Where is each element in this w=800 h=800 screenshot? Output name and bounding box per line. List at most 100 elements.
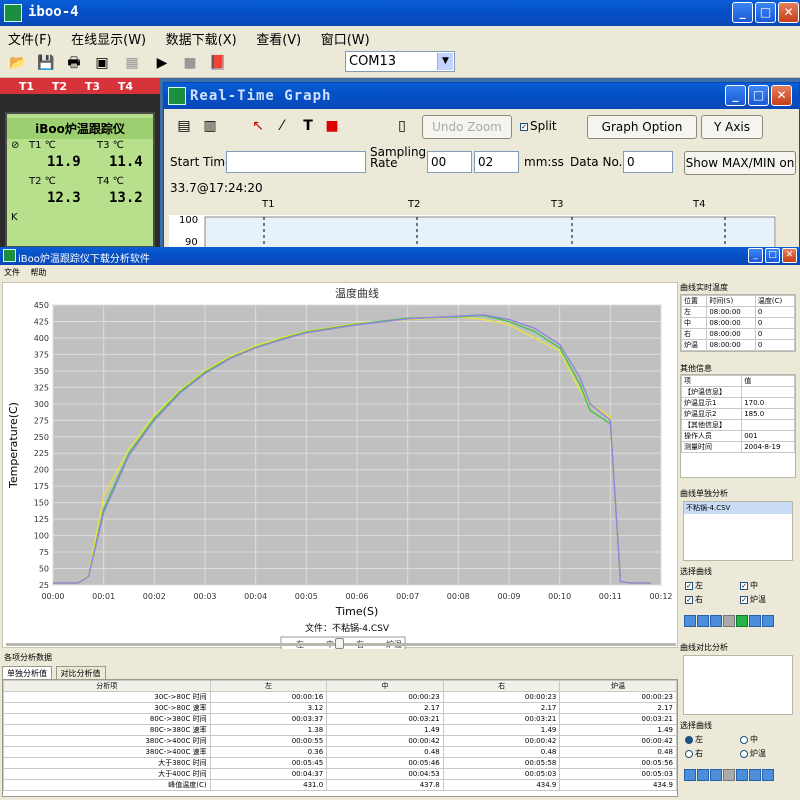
show-maxmin-button[interactable]: Show MAX/MIN on <box>684 151 796 175</box>
text-icon[interactable]: T <box>298 116 318 136</box>
rt-maximize-button[interactable]: □ <box>748 85 769 106</box>
single-analysis-list[interactable]: 不粘锅-4.CSV <box>683 501 793 561</box>
table-cell: 1.49 <box>326 724 444 736</box>
y-tick-label: 175 <box>34 482 49 491</box>
curve-check-oven[interactable]: ✓ 炉温 <box>740 594 800 605</box>
table-row: 80C->380C 时间 00:03:37 00:03:21 00:03:21 00:0… <box>3 713 677 725</box>
device-tab-t4: T4 <box>117 80 134 93</box>
realtime-title: Real-Time Graph <box>190 88 332 104</box>
realtime-plot[interactable]: 100 90 <box>169 215 776 252</box>
time-slider-handle[interactable] <box>335 638 344 649</box>
temperature-chart[interactable]: 25 50 75 100 125 150 175 200 225 250 275 300 325 350 3… <box>3 283 679 652</box>
print-icon[interactable] <box>736 769 748 781</box>
table-cell: 00:03:21 <box>442 713 561 725</box>
rate-minutes-select[interactable]: 00 <box>427 151 472 173</box>
device-tabs: T1 T2 T3 T4 <box>10 80 150 93</box>
rt-minimize-button[interactable]: _ <box>725 85 746 106</box>
device-icon[interactable]: ▣ <box>92 53 112 73</box>
settings-icon[interactable] <box>723 769 735 781</box>
table-cell: 1.49 <box>559 724 677 736</box>
realtime-cell: 0 <box>754 306 796 318</box>
refresh-icon[interactable] <box>762 615 774 627</box>
radio-selected-icon <box>685 735 693 744</box>
aw-close-button[interactable]: ✕ <box>782 248 797 263</box>
com-port-select[interactable]: COM13 ▼ <box>345 51 455 72</box>
info-row: 测量时间 2004-8-19 <box>680 441 795 453</box>
export-icon[interactable] <box>710 769 722 781</box>
channels-icon[interactable]: ▥ <box>200 116 220 136</box>
refresh-icon[interactable] <box>762 769 774 781</box>
radio-mid[interactable]: 中 <box>740 734 800 745</box>
y-axis-button[interactable]: Y Axis <box>701 115 763 139</box>
split-checkbox[interactable]: ✓ Split <box>520 119 557 133</box>
new-page-icon[interactable]: ▯ <box>392 116 412 136</box>
compare-analysis-list[interactable] <box>683 655 793 715</box>
chevron-down-icon[interactable]: ▼ <box>437 53 453 70</box>
print-icon[interactable]: 🖶 <box>64 53 84 73</box>
tab-single-analysis[interactable]: 单独分析值 <box>2 666 52 680</box>
grid-icon[interactable]: ▦ <box>122 53 142 73</box>
table-row: 380C->400C 时间 00:00:55 00:00:42 00:00:42 00:… <box>3 735 677 747</box>
y-tick-label: 425 <box>34 317 49 326</box>
table-cell: 380C->400C 时间 <box>3 735 211 747</box>
book-icon[interactable]: 📕 <box>208 53 228 73</box>
realtime-row: 炉温 08:00:00 0 <box>680 339 796 351</box>
tab-compare-analysis[interactable]: 对比分析值 <box>55 666 106 680</box>
settings-icon[interactable] <box>723 615 735 627</box>
table-cell: 00:00:55 <box>209 735 328 747</box>
single-file-item[interactable]: 不粘锅-4.CSV <box>684 502 792 514</box>
radio-oven[interactable]: 炉温 <box>740 748 800 759</box>
table-cell: 00:05:46 <box>326 757 444 769</box>
data-no-label: Data No. <box>570 155 623 169</box>
data-no-input[interactable]: 0 <box>623 151 673 173</box>
com-port-value: COM13 <box>349 54 397 69</box>
aw-minimize-button[interactable]: _ <box>748 248 763 263</box>
y-tick-label: 75 <box>39 548 49 557</box>
app-icon <box>4 4 22 22</box>
analysis-menubar: 文件 帮助 <box>0 265 800 280</box>
export-icon[interactable] <box>710 615 722 627</box>
start-time-input[interactable] <box>226 151 366 173</box>
aw-menu-help[interactable]: 帮助 <box>27 265 51 280</box>
y-tick-label: 300 <box>34 400 49 409</box>
table-cell: 2.17 <box>326 702 444 714</box>
play-icon[interactable]: ▶ <box>152 53 172 73</box>
color-icon[interactable]: ■ <box>322 116 342 136</box>
add-icon[interactable] <box>684 615 696 627</box>
reading-t2-label: T2 ℃ <box>29 176 56 187</box>
remove-icon[interactable] <box>697 769 709 781</box>
sampling-rate-label: Sampling Rate <box>370 145 427 170</box>
copy-icon[interactable] <box>749 615 761 627</box>
table-cell: 00:04:53 <box>326 768 444 780</box>
open-folder-icon[interactable]: 📂 <box>8 53 28 73</box>
copy-icon[interactable] <box>749 769 761 781</box>
table-cell: 80C->380C 时间 <box>3 713 211 725</box>
save-icon[interactable]: 💾 <box>36 53 56 73</box>
rt-close-button[interactable]: ✕ <box>771 85 792 106</box>
aw-maximize-button[interactable]: □ <box>765 248 780 263</box>
close-button[interactable]: ✕ <box>778 2 799 23</box>
graph-option-button[interactable]: Graph Option <box>587 115 697 139</box>
add-icon[interactable] <box>684 769 696 781</box>
remove-icon[interactable] <box>697 615 709 627</box>
undo-zoom-button[interactable]: Undo Zoom <box>422 115 512 139</box>
stop-icon[interactable]: ■ <box>180 53 200 73</box>
aw-menu-file[interactable]: 文件 <box>0 265 24 280</box>
realtime-cell: 0 <box>754 339 796 351</box>
realtime-plot-area <box>204 216 776 252</box>
x-tick-label: 00:04 <box>244 592 267 601</box>
x-tick-label: 00:06 <box>345 592 368 601</box>
curve-check-mid[interactable]: ✓ 中 <box>740 580 800 591</box>
pointer-icon[interactable]: ↖ <box>248 116 268 136</box>
maximize-button[interactable]: □ <box>755 2 776 23</box>
k-label: K <box>11 212 18 223</box>
minimize-button[interactable]: _ <box>732 2 753 23</box>
y-tick-label: 375 <box>34 350 49 359</box>
draw-icon[interactable]: ⁄ <box>272 116 292 136</box>
layout-icon[interactable]: ▤ <box>174 116 194 136</box>
split-label: Split <box>530 119 557 133</box>
rate-seconds-select[interactable]: 02 <box>474 151 519 173</box>
x-tick-label: 00:05 <box>295 592 318 601</box>
check-icon: ✓ <box>685 581 693 590</box>
apply-icon[interactable] <box>736 615 748 627</box>
